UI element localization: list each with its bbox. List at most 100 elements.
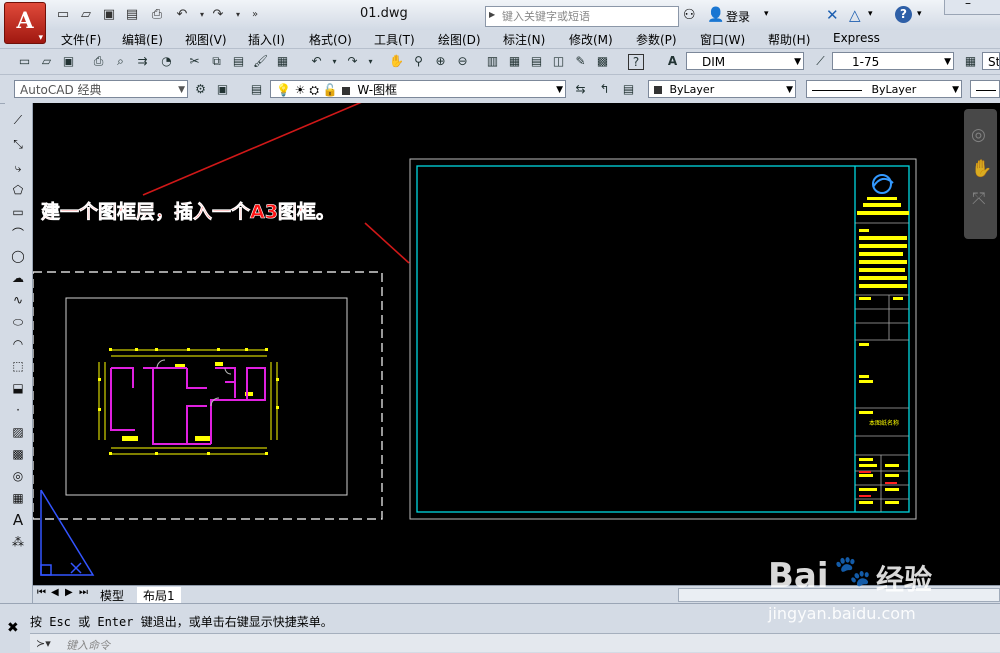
menu-help[interactable]: 帮助(H) [768,31,810,48]
plot-icon[interactable]: ⎙ [90,53,107,70]
menu-edit[interactable]: 编辑(E) [122,31,163,48]
block-editor-icon[interactable]: ▦ [274,53,291,70]
qnew-icon[interactable]: ▭ [16,53,33,70]
pan-icon[interactable]: ✋ [388,53,405,70]
layer-properties-icon[interactable]: ▤ [248,81,265,98]
undo-dropdown-icon[interactable]: ▾ [326,53,343,70]
menu-format[interactable]: 格式(O) [309,31,352,48]
pan-icon[interactable]: ✋ [971,159,992,179]
command-prompt-icon[interactable]: ≻▾ [36,637,51,650]
dim-style-select[interactable]: DIM ▼ [686,52,804,70]
prev-tab-icon[interactable]: ◀ [51,587,59,598]
table-style-icon[interactable]: ▦ [962,53,979,70]
linetype-select[interactable]: ByLayer ▼ [806,80,962,98]
login-link[interactable]: 登录 [726,8,750,25]
spline-icon[interactable]: ∿ [9,291,27,309]
binoculars-icon[interactable]: ⚇ [683,7,696,23]
tab-model[interactable]: 模型 [100,587,124,604]
a360-icon[interactable]: △ [849,6,861,24]
save-icon[interactable]: ▣ [60,53,77,70]
hatch-icon[interactable]: ▨ [9,423,27,441]
redo-icon[interactable]: ↷ [344,53,361,70]
paste-icon[interactable]: ▤ [230,53,247,70]
search-expand-icon[interactable]: ▶ [489,10,495,19]
point-icon[interactable]: · [9,401,27,419]
help-dropdown-icon[interactable]: ▾ [917,9,922,19]
zoom-realtime-icon[interactable]: ⚲ [410,53,427,70]
match-properties-icon[interactable]: 🖌 [252,53,269,70]
line-icon[interactable]: ⟋ [9,111,27,129]
text-style-icon[interactable]: A [664,53,681,70]
undo-icon[interactable]: ↶ [308,53,325,70]
cut-icon[interactable]: ✂ [186,53,203,70]
save-icon[interactable]: ▣ [101,7,117,23]
sheet-set-icon[interactable]: ◫ [550,53,567,70]
workspace-select[interactable]: AutoCAD 经典 ▼ [14,80,188,98]
gradient-icon[interactable]: ▩ [9,445,27,463]
undo-dropdown-icon[interactable]: ▾ [194,7,210,23]
add-selected-icon[interactable]: ⁂ [9,533,27,551]
polygon-icon[interactable]: ⬠ [9,181,27,199]
design-center-icon[interactable]: ▦ [506,53,523,70]
tab-layout1[interactable]: 布局1 [137,587,181,604]
zoom-icon[interactable]: ⤧ [972,189,986,209]
scale-select[interactable]: 1-75 ▼ [832,52,954,70]
minimize-button[interactable]: – [944,0,1000,15]
search-input[interactable]: 键入关键字或短语 [485,6,679,27]
make-current-layer-icon[interactable]: ⇆ [572,81,589,98]
zoom-previous-icon[interactable]: ⊖ [454,53,471,70]
close-icon[interactable]: ✖ [7,620,19,636]
menu-express[interactable]: Express [833,31,880,45]
first-tab-icon[interactable]: ⏮ [37,587,46,598]
exchange-icon[interactable]: ✕ [826,6,839,24]
layer-states-icon[interactable]: ▤ [620,81,637,98]
circle-icon[interactable]: ◯ [9,247,27,265]
revcloud-icon[interactable]: ☁ [9,269,27,287]
login-dropdown-icon[interactable]: ▾ [764,9,769,19]
open-file-icon[interactable]: ▱ [78,7,94,23]
quickcalc-icon[interactable]: ▩ [594,53,611,70]
menu-modify[interactable]: 修改(M) [569,31,613,48]
layer-previous-icon[interactable]: ↰ [596,81,613,98]
menu-insert[interactable]: 插入(I) [248,31,285,48]
workspace-customize-icon[interactable]: ▣ [214,81,231,98]
arc-icon[interactable]: ⌒ [9,225,27,243]
rectangle-icon[interactable]: ▭ [9,203,27,221]
open-icon[interactable]: ▱ [38,53,55,70]
save-as-icon[interactable]: ▤ [124,7,140,23]
color-select[interactable]: ByLayer ▼ [648,80,796,98]
plot-preview-icon[interactable]: ⌕ [112,53,129,70]
redo-dropdown-icon[interactable]: ▾ [362,53,379,70]
command-input[interactable] [30,633,1000,652]
construction-line-icon[interactable]: ⤡ [9,135,27,153]
menu-window[interactable]: 窗口(W) [700,31,745,48]
mtext-icon[interactable]: A [9,511,27,529]
dim-style-icon[interactable]: ⟋ [812,53,829,70]
undo-icon[interactable]: ↶ [174,7,190,23]
menu-parameter[interactable]: 参数(P) [636,31,677,48]
steering-wheel-icon[interactable]: ◎ [971,125,986,145]
insert-block-icon[interactable]: ⬚ [9,357,27,375]
application-menu-button[interactable]: A [4,2,46,44]
properties-icon[interactable]: ▥ [484,53,501,70]
tool-palettes-icon[interactable]: ▤ [528,53,545,70]
redo-icon[interactable]: ↷ [210,7,226,23]
make-block-icon[interactable]: ⬓ [9,379,27,397]
table-icon[interactable]: ▦ [9,489,27,507]
copy-icon[interactable]: ⧉ [208,53,225,70]
redo-dropdown-icon[interactable]: ▾ [230,7,246,23]
menu-file[interactable]: 文件(F) [61,31,101,48]
help-icon[interactable]: ? [895,6,912,23]
menu-tools[interactable]: 工具(T) [374,31,415,48]
lineweight-select[interactable] [970,80,1000,98]
help-icon[interactable]: ? [628,54,644,70]
ellipse-icon[interactable]: ⬭ [9,313,27,331]
multileader-style-select[interactable]: Sta [982,52,1000,70]
layer-select[interactable]: 💡 ☀ ⛭ 🔓 W-图框 ▼ [270,80,566,98]
markup-icon[interactable]: ✎ [572,53,589,70]
menu-dimension[interactable]: 标注(N) [503,31,545,48]
user-icon[interactable]: 👤 [707,7,724,23]
print-icon[interactable]: ⎙ [149,7,165,23]
a360-dropdown-icon[interactable]: ▾ [868,9,873,19]
region-icon[interactable]: ◎ [9,467,27,485]
